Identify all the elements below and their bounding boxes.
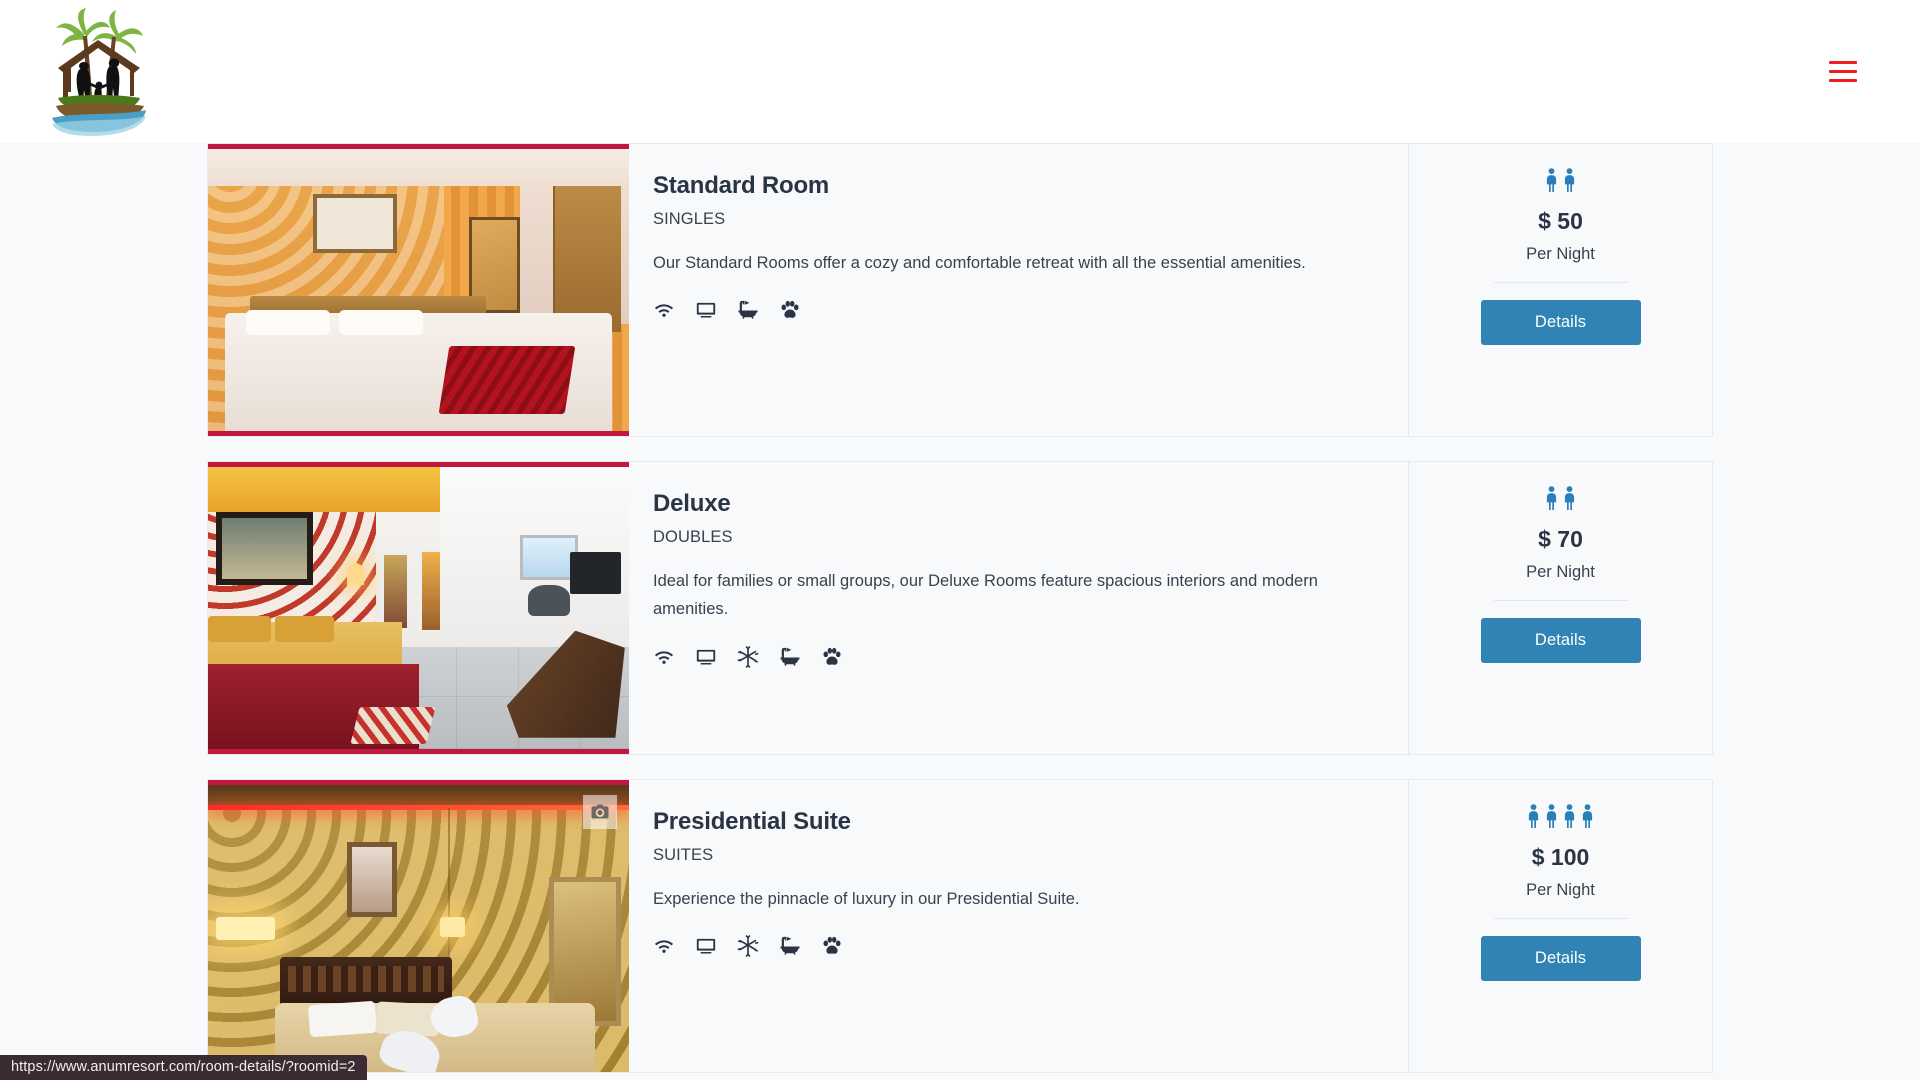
wifi-icon — [653, 935, 675, 957]
price-divider — [1493, 918, 1628, 919]
tv-icon — [695, 935, 717, 957]
room-description: Experience the pinnacle of luxury in our… — [653, 890, 1080, 908]
price-period: Per Night — [1526, 563, 1595, 581]
bathtub-icon — [737, 299, 759, 321]
room-category: DOUBLES — [653, 528, 733, 546]
occupancy-person-icon — [1561, 168, 1578, 192]
site-header — [0, 0, 1920, 143]
details-button[interactable]: Details — [1480, 300, 1641, 345]
room-photo[interactable] — [208, 780, 629, 1072]
room-title: Deluxe — [653, 490, 731, 517]
snowflake-icon — [737, 646, 759, 668]
bathtub-icon — [779, 935, 801, 957]
room-price-panel: $ 100 Per Night Details — [1409, 780, 1712, 1072]
occupancy-person-icon — [1543, 486, 1560, 510]
hamburger-bar — [1829, 79, 1857, 82]
price-divider — [1493, 282, 1628, 283]
paw-icon — [779, 299, 801, 321]
price-amount: $ 70 — [1538, 526, 1583, 552]
wifi-icon — [653, 299, 675, 321]
amenity-row — [653, 299, 1374, 321]
paw-icon — [821, 935, 843, 957]
amenity-row — [653, 646, 1374, 668]
occupancy-person-icon — [1561, 486, 1578, 510]
paw-icon — [821, 646, 843, 668]
details-button[interactable]: Details — [1480, 936, 1641, 981]
price-period: Per Night — [1526, 881, 1595, 899]
occupancy-person-icon — [1579, 804, 1596, 828]
occupancy-indicator — [1543, 484, 1578, 510]
price-amount: $ 50 — [1538, 208, 1583, 234]
room-photo-column[interactable] — [208, 144, 629, 436]
camera-icon[interactable] — [583, 795, 617, 829]
room-photo[interactable] — [208, 144, 629, 436]
bathtub-icon — [779, 646, 801, 668]
hamburger-menu-icon[interactable] — [1820, 49, 1866, 95]
price-divider — [1493, 600, 1628, 601]
price-period: Per Night — [1526, 245, 1595, 263]
browser-status-bar-url: https://www.anumresort.com/room-details/… — [0, 1055, 367, 1080]
hamburger-bar — [1829, 61, 1857, 64]
room-category: SUITES — [653, 846, 714, 864]
room-info: Presidential Suite SUITES Experience the… — [629, 780, 1409, 1072]
occupancy-indicator — [1525, 802, 1596, 828]
wifi-icon — [653, 646, 675, 668]
room-title: Standard Room — [653, 172, 830, 199]
room-card: Standard Room SINGLES Our Standard Rooms… — [207, 143, 1713, 437]
occupancy-indicator — [1543, 166, 1578, 192]
room-price-panel: $ 50 Per Night Details — [1409, 144, 1712, 436]
tv-icon — [695, 646, 717, 668]
room-info: Standard Room SINGLES Our Standard Rooms… — [629, 144, 1409, 436]
room-title: Presidential Suite — [653, 808, 851, 835]
occupancy-person-icon — [1525, 804, 1542, 828]
room-description: Our Standard Rooms offer a cozy and comf… — [653, 254, 1306, 272]
occupancy-person-icon — [1561, 804, 1578, 828]
room-photo-image — [208, 467, 629, 749]
room-card: Presidential Suite SUITES Experience the… — [207, 779, 1713, 1073]
details-button[interactable]: Details — [1480, 618, 1641, 663]
room-photo-column[interactable] — [208, 780, 629, 1072]
room-photo-image — [208, 785, 629, 1072]
amenity-row — [653, 935, 1374, 957]
room-description: Ideal for families or small groups, our … — [653, 572, 1318, 619]
tv-icon — [695, 299, 717, 321]
hamburger-bar — [1829, 70, 1857, 73]
brand-logo-icon[interactable] — [44, 6, 152, 138]
room-info: Deluxe DOUBLES Ideal for families or sma… — [629, 462, 1409, 754]
occupancy-person-icon — [1543, 804, 1560, 828]
price-amount: $ 100 — [1531, 844, 1590, 870]
room-photo-column[interactable] — [208, 462, 629, 754]
room-photo-image — [208, 149, 629, 431]
room-card: Deluxe DOUBLES Ideal for families or sma… — [207, 461, 1713, 755]
room-category: SINGLES — [653, 210, 726, 228]
room-list: Standard Room SINGLES Our Standard Rooms… — [0, 143, 1920, 1073]
room-price-panel: $ 70 Per Night Details — [1409, 462, 1712, 754]
snowflake-icon — [737, 935, 759, 957]
occupancy-person-icon — [1543, 168, 1560, 192]
room-photo[interactable] — [208, 462, 629, 754]
